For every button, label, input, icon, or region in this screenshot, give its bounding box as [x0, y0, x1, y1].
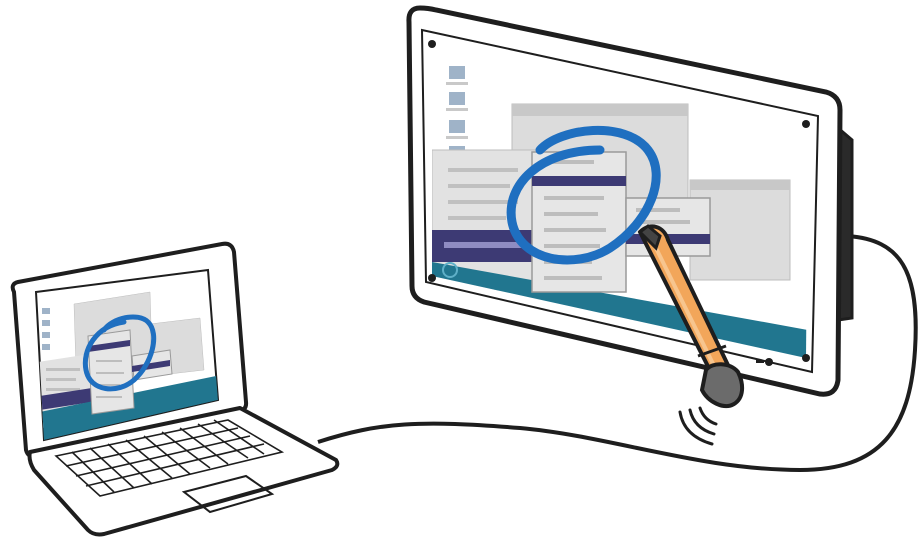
scene	[10, 5, 918, 537]
desktop-icon	[449, 120, 465, 133]
desktop-icon	[449, 66, 465, 79]
interactive-display	[406, 5, 854, 397]
desktop-icon	[449, 92, 465, 105]
sound-waves-icon	[678, 406, 718, 446]
laptop-icon	[10, 241, 340, 537]
dropdown-menu	[531, 151, 627, 293]
